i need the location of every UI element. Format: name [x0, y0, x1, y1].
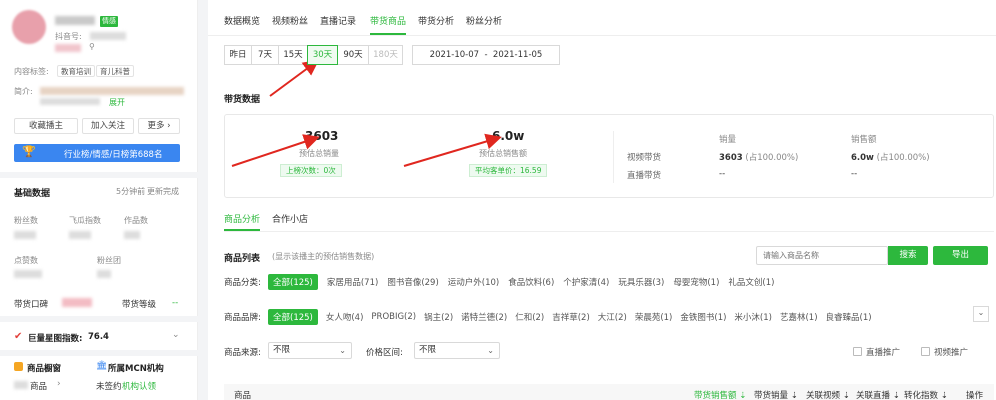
intro-text [40, 98, 100, 105]
main-panel: 数据概览 视频粉丝 直播记录 带货商品 带货分析 粉丝分析 昨日 7天 15天 … [208, 0, 996, 400]
shop-level-label: 带货等级 [122, 300, 157, 310]
shop-window-icon [14, 362, 23, 371]
arrow-to-sales [231, 134, 320, 167]
profile-name [55, 16, 95, 25]
stat-label-fan-group: 粉丝团 [97, 256, 121, 265]
follow-button[interactable]: 加入关注 [82, 118, 134, 134]
stat-value [124, 231, 140, 239]
mcn-label: 所属MCN机构 [108, 364, 164, 374]
mcn-status: 未签约 [96, 382, 122, 392]
arrow-to-30d [269, 59, 320, 97]
expand-link[interactable]: 展开 [109, 97, 125, 108]
divider [0, 316, 198, 322]
collect-button[interactable]: 收藏播主 [14, 118, 78, 134]
douyin-id-label: 抖音号: [55, 32, 82, 41]
category-badge: 情感 [100, 16, 118, 27]
shop-window-label[interactable]: 商品橱窗 [27, 362, 61, 374]
location [55, 44, 81, 52]
period-30d[interactable]: 30天 [307, 45, 338, 65]
updated-time: 5分钟前 [116, 187, 146, 196]
stat-value [14, 270, 42, 278]
more-label: 更多 [147, 121, 165, 131]
content-tag[interactable]: 育儿科普 [96, 65, 134, 77]
content-tag[interactable]: 教育培训 [57, 65, 95, 77]
chevron-right-icon: › [167, 121, 171, 131]
intro-label: 简介: [14, 87, 33, 96]
stat-value [97, 270, 111, 278]
shop-level-value: -- [172, 298, 179, 308]
avatar[interactable] [12, 10, 46, 44]
stat-label-fans: 粉丝数 [14, 216, 38, 225]
location-pin-icon: ⚲ [89, 42, 95, 51]
arrow-to-revenue [403, 133, 502, 167]
shop-reputation-label: 带货口碑 [14, 300, 49, 310]
chevron-right-icon: › [57, 379, 61, 389]
divider [0, 172, 198, 178]
refresh-status[interactable]: 更新完成 [147, 186, 179, 197]
star-index-value: 76.4 [88, 332, 109, 342]
mcn-auth-link[interactable]: 机构认领 [122, 380, 156, 392]
profile-sidebar: 情感 抖音号: ⚲ 内容标签: 教育培训 育儿科普 简介: 展开 收藏播主 加入… [0, 0, 198, 400]
rank-banner[interactable]: 🏆 行业榜/情感/日榜第688名 [14, 144, 180, 162]
rank-banner-text: 行业榜/情感/日榜第688名 [64, 150, 163, 160]
stat-value [69, 231, 91, 239]
chevron-down-icon[interactable]: ⌄ [172, 330, 180, 340]
content-tag-label: 内容标签: [14, 67, 49, 76]
intro-text [40, 87, 184, 95]
trophy-icon: 🏆 [22, 145, 36, 158]
shop-window-sub[interactable]: 商品 [30, 380, 47, 392]
shop-window-count [14, 381, 28, 389]
more-button[interactable]: 更多 › [138, 118, 180, 134]
stat-value [14, 231, 36, 239]
stat-label-likes: 点赞数 [14, 256, 38, 265]
star-index-label: 巨量星图指数: [28, 334, 83, 344]
shop-reputation-value [62, 298, 92, 307]
star-index-icon: ✔ [14, 331, 23, 342]
basic-data-title: 基础数据 [14, 189, 51, 199]
divider [0, 350, 198, 356]
stat-label-index: 飞瓜指数 [69, 216, 101, 225]
douyin-id-value [90, 32, 126, 40]
stat-label-works: 作品数 [124, 216, 148, 225]
mcn-icon: 🏛 [96, 361, 108, 371]
